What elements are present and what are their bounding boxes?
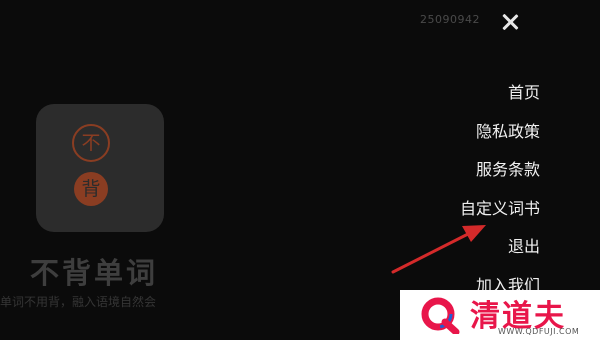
watermark-url: WWW.QDFUJI.COM	[498, 327, 580, 336]
menu-overlay-screen: 25090942 不 背 不背单词 单词不用背，融入语境自然会 首页 隐私政策 …	[0, 0, 600, 340]
watermark-badge: 清道夫 WWW.QDFUJI.COM	[400, 290, 600, 340]
annotation-arrow-icon	[391, 225, 486, 274]
watermark-logo-icon	[421, 297, 460, 334]
